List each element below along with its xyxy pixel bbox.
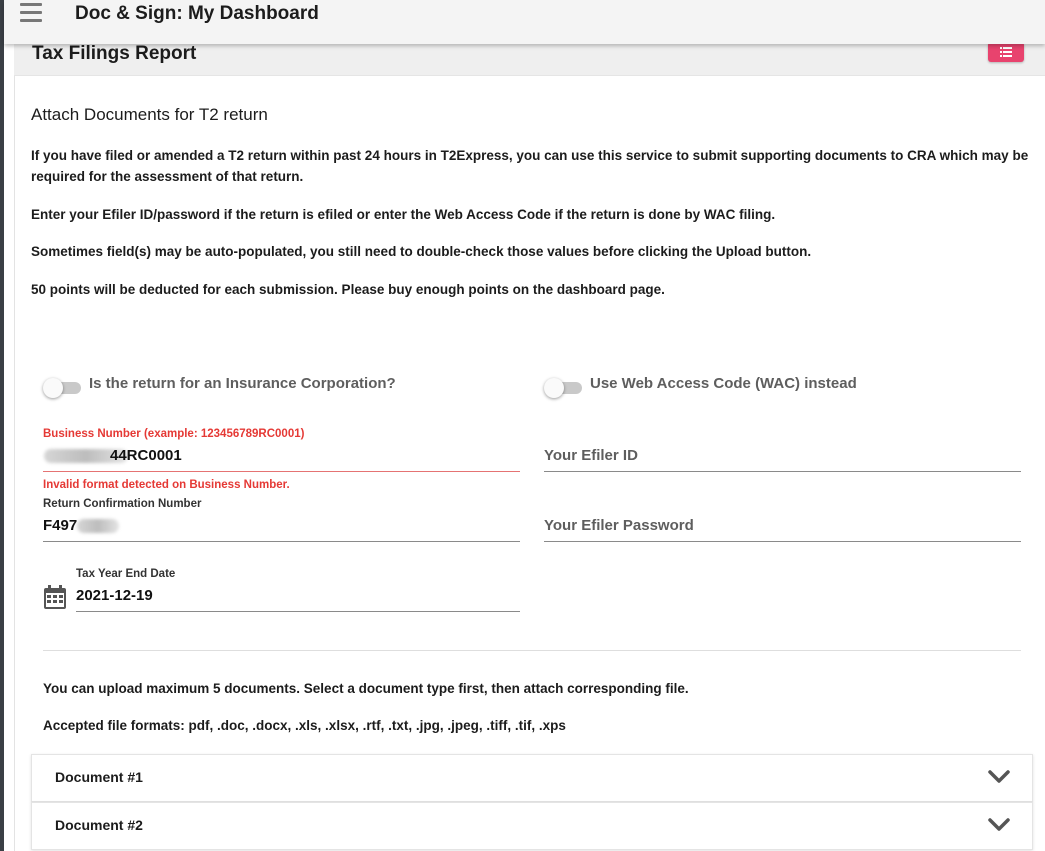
- business-number-label: Business Number (example: 123456789RC000…: [43, 428, 305, 440]
- tax-year-end-label: Tax Year End Date: [76, 568, 176, 580]
- document-title: Document #2: [55, 817, 143, 833]
- wac-toggle-label: Use Web Access Code (WAC) instead: [590, 375, 857, 392]
- efiler-password-underline: [544, 541, 1021, 542]
- instruction-paragraph: Sometimes field(s) may be auto-populated…: [31, 244, 812, 259]
- insurance-corporation-toggle[interactable]: [43, 375, 83, 399]
- efiler-id-input[interactable]: Your Efiler ID: [544, 447, 638, 464]
- chevron-down-icon[interactable]: [988, 818, 1010, 832]
- instruction-paragraph: 50 points will be deducted for each subm…: [31, 282, 665, 297]
- document-title: Document #1: [55, 769, 143, 785]
- tax-year-end-value[interactable]: 2021-12-19: [76, 587, 153, 604]
- wac-toggle[interactable]: [544, 375, 584, 399]
- list-icon: [1000, 47, 1012, 57]
- efiler-id-underline: [544, 471, 1021, 472]
- return-confirmation-label: Return Confirmation Number: [43, 498, 202, 510]
- redacted-confirmation-number: [77, 519, 119, 533]
- efiler-password-input[interactable]: Your Efiler Password: [544, 517, 694, 534]
- document-panel-2[interactable]: Document #2: [31, 802, 1033, 850]
- business-number-value[interactable]: 44RC0001: [110, 447, 182, 464]
- accepted-formats-text: Accepted file formats: pdf, .doc, .docx,…: [43, 718, 566, 733]
- hamburger-menu-icon[interactable]: [20, 3, 42, 23]
- card-header: Tax Filings Report: [14, 42, 1045, 76]
- section-title: Attach Documents for T2 return: [31, 105, 268, 124]
- document-panel-1[interactable]: Document #1: [31, 754, 1033, 802]
- tax-year-end-underline: [76, 611, 520, 612]
- chevron-down-icon[interactable]: [988, 770, 1010, 784]
- card-title: Tax Filings Report: [32, 43, 197, 64]
- return-confirmation-underline: [43, 541, 520, 542]
- instruction-paragraph: Enter your Efiler ID/password if the ret…: [31, 207, 776, 222]
- business-number-error: Invalid format detected on Business Numb…: [43, 479, 290, 491]
- window-edge: [0, 0, 4, 851]
- business-number-underline: [43, 471, 520, 472]
- section-divider: [43, 650, 1021, 651]
- list-button[interactable]: [988, 42, 1024, 62]
- instruction-paragraph: If you have filed or amended a T2 return…: [31, 148, 1029, 184]
- app-title: Doc & Sign: My Dashboard: [75, 3, 319, 24]
- calendar-icon[interactable]: [44, 585, 66, 609]
- upload-info-text: You can upload maximum 5 documents. Sele…: [43, 681, 689, 696]
- return-confirmation-value[interactable]: F497: [43, 517, 77, 534]
- insurance-corporation-toggle-label: Is the return for an Insurance Corporati…: [89, 375, 396, 392]
- app-bar: Doc & Sign: My Dashboard: [4, 0, 1045, 44]
